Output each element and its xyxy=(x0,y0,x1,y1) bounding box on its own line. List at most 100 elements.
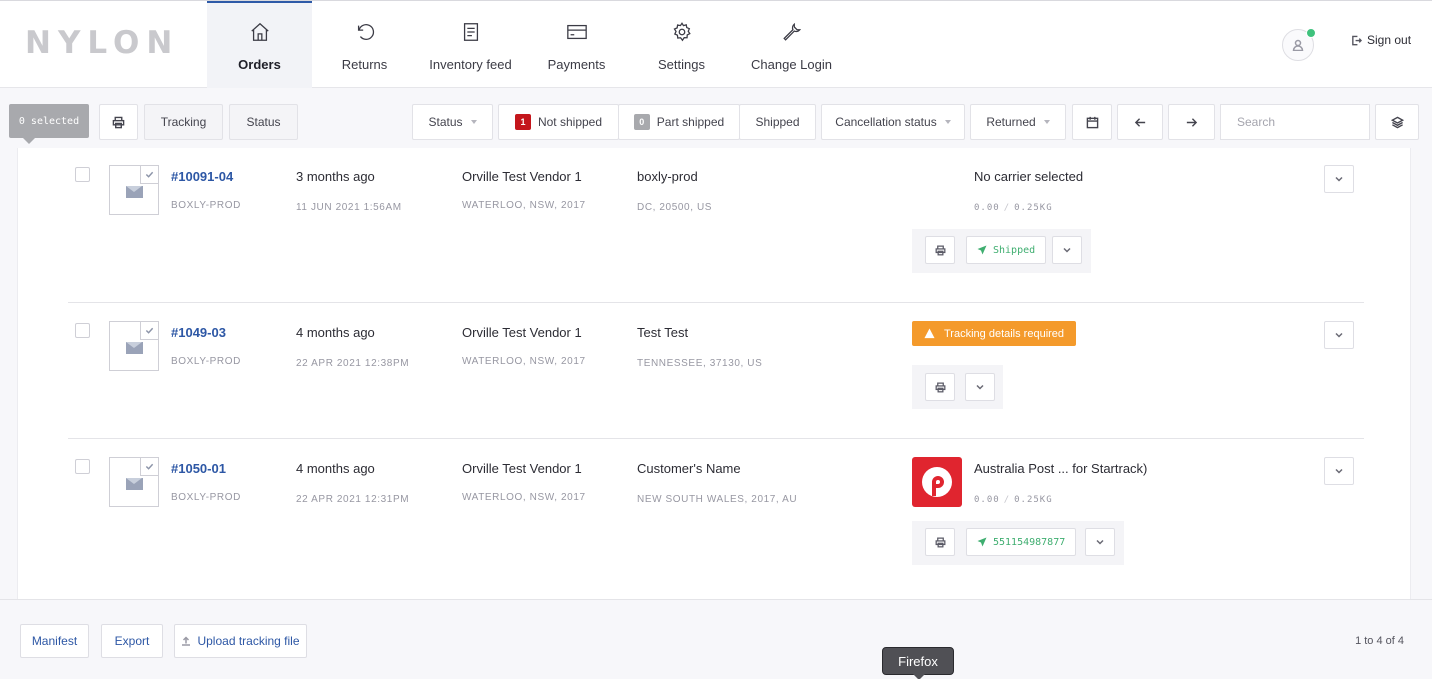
upload-tracking-file-button[interactable]: Upload tracking file xyxy=(174,624,307,658)
shipped-filter[interactable]: Shipped xyxy=(739,104,816,140)
row-expand-button[interactable] xyxy=(1324,165,1354,193)
status-filter-button[interactable]: Status xyxy=(229,104,298,140)
shipment-weight: 0.25KG xyxy=(1014,495,1053,505)
shipment-cost-weight: 0.00/0.25KG xyxy=(974,495,1053,505)
customer-name: Test Test xyxy=(637,325,689,340)
row-expand-button[interactable] xyxy=(1324,457,1354,485)
order-age: 4 months ago xyxy=(296,461,375,476)
paper-plane-icon xyxy=(977,245,987,255)
shipment-options-button[interactable] xyxy=(965,373,995,401)
print-label-button[interactable] xyxy=(925,236,955,264)
order-number-link[interactable]: #1050-01 xyxy=(171,461,226,476)
filter-bar: 0 selected Tracking Status Status 1 Not … xyxy=(0,96,1432,148)
credit-card-icon xyxy=(566,24,587,40)
footer-bar: Manifest Export Upload tracking file 1 t… xyxy=(0,599,1432,679)
nav-inventory-feed[interactable]: Inventory feed xyxy=(417,1,524,88)
nav-payments[interactable]: Payments xyxy=(524,1,629,88)
shipped-status-button[interactable]: Shipped xyxy=(966,236,1047,264)
nav-orders[interactable]: Orders xyxy=(207,1,312,88)
tracking-filter-button[interactable]: Tracking xyxy=(144,104,223,140)
nav-change-login-label: Change Login xyxy=(751,57,832,72)
envelope-icon xyxy=(126,478,143,490)
manifest-button[interactable]: Manifest xyxy=(20,624,89,658)
shipment-options-button[interactable] xyxy=(1052,236,1082,264)
nav-returns[interactable]: Returns xyxy=(312,1,417,88)
tracking-warning-badge[interactable]: Tracking details required xyxy=(912,321,1077,346)
order-date: 22 APR 2021 12:38PM xyxy=(296,358,410,369)
order-thumbnail[interactable] xyxy=(109,165,159,215)
part-shipped-filter[interactable]: 0 Part shipped xyxy=(618,104,740,140)
tracking-number-button[interactable]: 551154987877 xyxy=(966,528,1077,556)
search-input[interactable] xyxy=(1220,104,1370,140)
brand-logo[interactable]: NYLON xyxy=(25,25,179,61)
vendor-name: Orville Test Vendor 1 xyxy=(462,169,582,184)
caret-down-icon xyxy=(1043,120,1050,124)
customer-location: DC, 20500, US xyxy=(637,202,713,213)
shipment-options-button[interactable] xyxy=(1085,528,1115,556)
firefox-tooltip: Firefox xyxy=(882,647,954,679)
document-icon xyxy=(463,23,478,41)
order-checkbox[interactable] xyxy=(75,323,90,338)
check-icon xyxy=(140,322,158,340)
sign-out-link[interactable]: Sign out xyxy=(1351,33,1411,47)
nav-settings[interactable]: Settings xyxy=(629,1,734,88)
order-checkbox[interactable] xyxy=(75,459,90,474)
returned-label: Returned xyxy=(986,115,1036,129)
user-icon xyxy=(1292,39,1304,51)
wrench-icon xyxy=(782,22,801,41)
shipment-weight: 0.25KG xyxy=(1014,203,1053,213)
user-avatar[interactable] xyxy=(1282,28,1316,61)
nav-settings-label: Settings xyxy=(658,57,705,72)
paper-plane-icon xyxy=(977,537,987,547)
previous-page-button[interactable] xyxy=(1117,104,1163,140)
nav-change-login[interactable]: Change Login xyxy=(734,1,849,88)
order-checkbox[interactable] xyxy=(75,167,90,182)
customer-name: Customer's Name xyxy=(637,461,741,476)
vendor-location: WATERLOO, NSW, 2017 xyxy=(462,356,586,367)
orders-panel: #10091-04 BOXLY-PROD 3 months ago 11 JUN… xyxy=(17,148,1411,599)
gear-icon xyxy=(673,22,691,42)
calendar-icon xyxy=(1086,116,1098,128)
caret-down-icon xyxy=(944,120,951,124)
order-store: BOXLY-PROD xyxy=(171,492,241,503)
shipment-actions xyxy=(912,365,1003,409)
vendor-name: Orville Test Vendor 1 xyxy=(462,325,582,340)
order-number-link[interactable]: #10091-04 xyxy=(171,169,233,184)
selection-count-badge[interactable]: 0 selected xyxy=(9,104,89,144)
home-icon xyxy=(250,22,269,41)
not-shipped-filter[interactable]: 1 Not shipped xyxy=(498,104,619,140)
customer-location: TENNESSEE, 37130, US xyxy=(637,358,763,369)
main-nav: Orders Returns Inventory feed Payments S… xyxy=(207,1,849,88)
nav-payments-label: Payments xyxy=(547,57,606,72)
next-page-button[interactable] xyxy=(1168,104,1215,140)
printer-icon xyxy=(112,116,125,128)
returned-dropdown[interactable]: Returned xyxy=(970,104,1066,140)
not-shipped-label: Not shipped xyxy=(537,115,603,129)
chevron-down-icon xyxy=(976,384,984,390)
cancellation-status-dropdown[interactable]: Cancellation status xyxy=(821,104,965,140)
nav-inventory-feed-label: Inventory feed xyxy=(429,57,512,72)
shipped-status-label: Shipped xyxy=(993,244,1036,256)
envelope-icon xyxy=(126,186,143,198)
check-icon xyxy=(140,166,158,184)
print-label-button[interactable] xyxy=(925,373,955,401)
export-button[interactable]: Export xyxy=(101,624,163,658)
row-expand-button[interactable] xyxy=(1324,321,1354,349)
carrier-name: No carrier selected xyxy=(974,169,1084,184)
order-number-link[interactable]: #1049-03 xyxy=(171,325,226,340)
sign-out-label: Sign out xyxy=(1367,33,1412,47)
print-label-button[interactable] xyxy=(925,528,955,556)
row-divider xyxy=(68,438,1364,439)
customer-location: NEW SOUTH WALES, 2017, AU xyxy=(637,494,798,505)
australia-post-logo xyxy=(912,457,962,507)
date-picker-button[interactable] xyxy=(1072,104,1112,140)
part-shipped-label: Part shipped xyxy=(656,115,725,129)
order-thumbnail[interactable] xyxy=(109,321,159,371)
check-icon xyxy=(140,458,158,476)
order-thumbnail[interactable] xyxy=(109,457,159,507)
status-dropdown[interactable]: Status xyxy=(412,104,493,140)
layers-toggle-button[interactable] xyxy=(1375,104,1419,140)
print-button[interactable] xyxy=(99,104,138,140)
sign-out-icon xyxy=(1352,35,1362,45)
arrow-left-icon xyxy=(1134,117,1145,127)
